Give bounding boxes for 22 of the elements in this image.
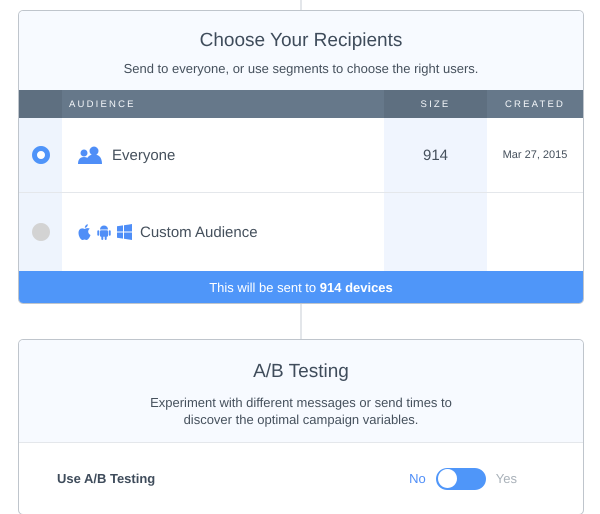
android-icon: [97, 224, 111, 240]
card-subtitle: Send to everyone, or use segments to choose the right users.: [124, 61, 478, 76]
table-cell: Mar 27, 2015: [502, 149, 568, 161]
summary-text: This will be sent to 914 devices: [209, 280, 393, 294]
audience-name: Custom Audience: [140, 224, 258, 240]
windows-icon: [117, 224, 132, 240]
radio-button[interactable]: [32, 223, 50, 241]
card-title: A/B Testing: [253, 361, 349, 383]
column-header: SIZE: [384, 90, 487, 118]
card-title: Choose Your Recipients: [200, 30, 402, 52]
apple-icon: [78, 224, 91, 240]
audience-name: Everyone: [112, 146, 176, 164]
column-header: AUDIENCE: [68, 98, 137, 112]
option-label: No: [409, 471, 426, 486]
users-icon: [78, 146, 104, 164]
column-header: CREATED: [504, 98, 566, 112]
toggle-switch[interactable]: [436, 468, 486, 490]
option-label: Yes: [496, 471, 517, 486]
card-subtitle: Experiment with different messages or send times to discover the optimal campaign variables.: [149, 394, 453, 428]
table-cell: 914: [384, 118, 487, 192]
setting-label: Use A/B Testing: [57, 471, 156, 486]
radio-button[interactable]: [32, 146, 50, 164]
